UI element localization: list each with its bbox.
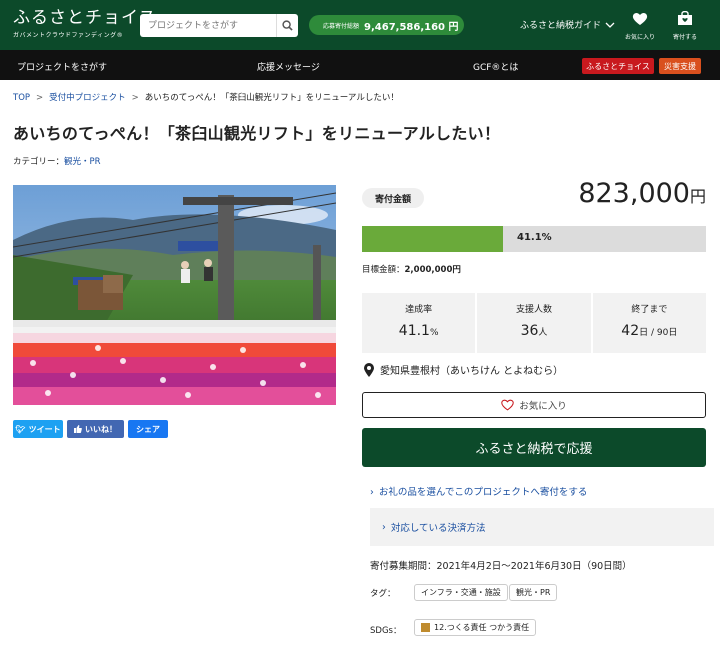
stats-panel: 達成率 41.1% 支援人数 36人 終了まで 42日 / 90日 [362, 293, 706, 353]
site-logo-subtitle: ガバメントクラウドファンディング® [13, 32, 124, 39]
gift-bag-icon [678, 10, 692, 25]
furusato-choice-button[interactable]: ふるさとチョイス [582, 58, 654, 74]
sdgs-tag[interactable]: 12.つくる責任 つかう責任 [414, 619, 537, 636]
search-icon [282, 20, 293, 31]
amount-unit: 円 [689, 187, 706, 206]
chevron-right-icon: › [382, 521, 386, 533]
total-donations-value: 9,467,586,160 円 [364, 21, 459, 33]
chevron-right-icon: › [370, 487, 374, 498]
site-header: ふるさとチョイス ガバメントクラウドファンディング® 応募寄付総額 9,467,… [0, 0, 720, 50]
main-nav: プロジェクトをさがす 応援メッセージ GCF®とは ふるさとチョイス 災害支援 [0, 50, 720, 80]
heart-icon [632, 13, 648, 25]
total-donations-label: 応募寄付総額 [323, 22, 360, 30]
total-donations-badge: 応募寄付総額 9,467,586,160 円 [309, 15, 464, 35]
payment-methods-label: 対応している決済方法 [390, 523, 486, 534]
search-button[interactable] [276, 14, 298, 37]
thumbs-up-icon [74, 425, 82, 433]
breadcrumb-separator: > [131, 93, 139, 103]
twitter-icon: 🐦︎ [15, 424, 26, 434]
support-button[interactable]: ふるさと納税で応援 [362, 428, 706, 467]
guide-menu[interactable]: ふるさと納税ガイド [520, 18, 615, 31]
favorites-link[interactable]: お気に入り [623, 11, 657, 41]
like-label: いいね！ [85, 424, 117, 434]
search-input[interactable] [140, 14, 276, 37]
nav-item-messages[interactable]: 応援メッセージ [257, 60, 320, 73]
search-box [140, 14, 298, 37]
amount-raised: 823,000円 [578, 178, 706, 209]
donate-label: 寄付する [672, 34, 697, 41]
payment-methods-toggle[interactable]: › 対応している決済方法 [370, 508, 714, 546]
breadcrumb-current: あいちのてっぺん！「茶臼山観光リフト」をリニューアルしたい！ [144, 93, 399, 103]
project-photo [13, 185, 336, 405]
goal-value: 2,000,000円 [404, 265, 461, 275]
favorite-label: お気に入り [519, 401, 567, 412]
location: 愛知県豊根村（あいちけん とよねむら） [364, 362, 563, 377]
gift-link-label: お礼の品を選んでこのプロジェクトへ寄付をする [378, 487, 588, 498]
stat-value: 41.1% [398, 323, 439, 339]
goal-amount: 目標金額：2,000,000円 [362, 263, 461, 275]
guide-menu-label: ふるさと納税ガイド [520, 21, 602, 31]
tweet-button[interactable]: 🐦︎ ツイート [13, 420, 63, 438]
stat-achievement: 達成率 41.1% [362, 293, 476, 353]
share-button[interactable]: シェア [128, 420, 168, 438]
tags-label: タグ： [370, 589, 396, 599]
stat-label: 支援人数 [515, 305, 552, 315]
breadcrumb-top[interactable]: TOP [13, 93, 30, 103]
category-link[interactable]: 観光・PR [64, 157, 101, 167]
progress-bar-fill [362, 226, 504, 252]
nav-item-find-projects[interactable]: プロジェクトをさがす [17, 60, 107, 73]
heart-outline-icon [501, 399, 515, 411]
sdgs-label: SDGs： [370, 626, 402, 636]
stat-label: 終了まで [631, 305, 668, 315]
sdgs-tag-label: 12.つくる責任 つかう責任 [434, 623, 530, 632]
page-title: あいちのてっぺん！「茶臼山観光リフト」をリニューアルしたい！ [13, 124, 501, 143]
amount-label: 寄付金額 [362, 188, 424, 208]
goal-label: 目標金額： [362, 265, 405, 275]
disaster-support-button[interactable]: 災害支援 [659, 58, 701, 74]
sdgs-goal-icon [421, 623, 430, 632]
category: カテゴリー：観光・PR [13, 155, 101, 167]
tag-item[interactable]: インフラ・交通・施設 [414, 584, 508, 601]
donate-link[interactable]: 寄付する [668, 10, 702, 41]
progress-bar: 41.1% [362, 226, 706, 252]
category-label: カテゴリー： [13, 157, 65, 167]
favorite-button[interactable]: お気に入り [362, 392, 706, 418]
chevron-down-icon [605, 22, 615, 28]
stat-days-left: 終了まで 42日 / 90日 [592, 293, 706, 353]
stat-value: 36人 [520, 323, 548, 339]
map-pin-icon [364, 362, 374, 377]
tag-item[interactable]: 観光・PR [509, 584, 558, 601]
progress-percent: 41.1% [517, 232, 552, 243]
breadcrumb: TOP > 受付中プロジェクト > あいちのてっぺん！「茶臼山観光リフト」をリニューアル… [13, 91, 399, 103]
amount-value: 823,000 [578, 178, 690, 209]
tweet-label: ツイート [28, 424, 61, 434]
nav-item-about-gcf[interactable]: GCF®とは [473, 60, 518, 73]
breadcrumb-separator: > [36, 93, 44, 103]
gift-link[interactable]: › お礼の品を選んでこのプロジェクトへ寄付をする [370, 484, 587, 498]
site-logo[interactable]: ふるさとチョイス [13, 9, 157, 27]
stat-label: 達成率 [405, 305, 433, 315]
location-text: 愛知県豊根村（あいちけん とよねむら） [380, 366, 564, 377]
like-button[interactable]: いいね！ [67, 420, 124, 438]
stat-supporters: 支援人数 36人 [477, 293, 591, 353]
favorites-label: お気に入り [624, 34, 655, 41]
donation-period: 寄付募集期間：2021年4月2日～2021年6月30日（90日間） [370, 561, 632, 572]
breadcrumb-projects[interactable]: 受付中プロジェクト [49, 93, 126, 103]
stat-value: 42日 / 90日 [621, 323, 678, 339]
